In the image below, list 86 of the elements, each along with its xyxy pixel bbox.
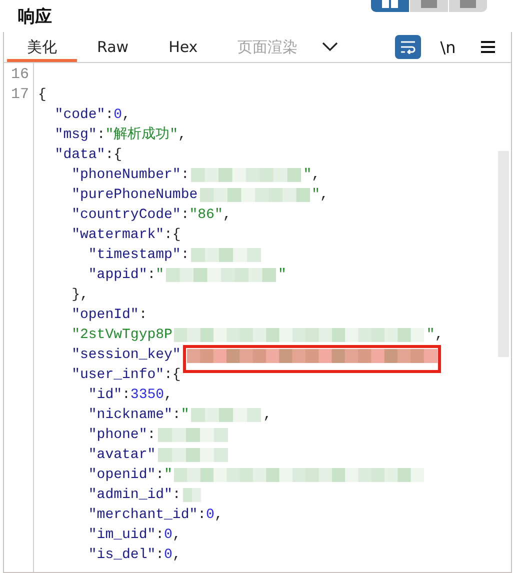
chevron-down-icon[interactable] bbox=[322, 42, 338, 52]
code-token: "解析成功" bbox=[105, 126, 178, 145]
code-token: "admin_id" bbox=[87, 486, 172, 505]
code-token: " bbox=[278, 266, 286, 285]
code-token: "2stVwTgyp8P bbox=[70, 326, 172, 345]
code-token: "merchant_id" bbox=[87, 506, 198, 525]
code-token: 3350 bbox=[130, 386, 164, 405]
code-token: "purePhoneNumbe bbox=[70, 186, 198, 205]
code-token: "data" bbox=[54, 146, 106, 165]
code-token: , bbox=[320, 186, 328, 205]
code-token: : bbox=[122, 386, 130, 405]
code-token: : bbox=[172, 486, 181, 505]
code-token: "msg" bbox=[54, 126, 97, 145]
code-token: "nickname" bbox=[87, 406, 172, 425]
code-token: " bbox=[156, 266, 164, 285]
layout-icon bbox=[421, 0, 437, 8]
code-token: "timestamp" bbox=[87, 246, 181, 265]
code-token: , bbox=[178, 126, 186, 145]
code-token: : bbox=[96, 126, 106, 145]
panel-title: 响应 bbox=[18, 6, 52, 28]
code-token: 0 bbox=[164, 526, 172, 545]
code-token: " bbox=[303, 166, 312, 185]
code-token: "user_info" bbox=[70, 366, 164, 385]
redaction-mosaic bbox=[158, 446, 228, 464]
code-token: "code" bbox=[54, 106, 106, 125]
code-token: "phoneNumber" bbox=[70, 166, 181, 185]
code-token: : bbox=[180, 246, 190, 265]
code-token: : bbox=[147, 426, 156, 445]
layout-icon bbox=[460, 0, 476, 8]
tab[interactable]: 美化 bbox=[7, 32, 77, 62]
code-token: "phone" bbox=[87, 426, 148, 445]
code-token: : bbox=[172, 406, 181, 425]
code-token: "watermark" bbox=[70, 226, 164, 245]
code-token: :{ bbox=[105, 146, 122, 165]
code-token: "appid" bbox=[87, 266, 148, 285]
code-token: , bbox=[164, 386, 172, 405]
code-token: : bbox=[105, 106, 114, 125]
code-token: " bbox=[312, 186, 320, 205]
redaction-mosaic bbox=[191, 246, 262, 264]
code-token: , bbox=[214, 506, 223, 525]
word-wrap-button[interactable] bbox=[395, 35, 421, 59]
wrap-icon bbox=[400, 40, 416, 54]
code-token: "countryCode" bbox=[70, 206, 181, 225]
redaction-mosaic bbox=[191, 406, 262, 424]
code-token: : bbox=[198, 506, 206, 525]
code-token: : bbox=[138, 306, 148, 325]
code-token: : bbox=[156, 526, 164, 545]
code-token: , bbox=[222, 206, 232, 225]
code-token: , bbox=[263, 406, 272, 425]
code-token: : bbox=[180, 166, 190, 185]
code-token: " bbox=[180, 406, 190, 425]
line-number: 17 bbox=[10, 85, 30, 105]
newline-button[interactable]: \n bbox=[435, 35, 461, 59]
code-token: "id" bbox=[87, 386, 122, 405]
code-token: :{ bbox=[164, 366, 181, 385]
tab[interactable]: Hex bbox=[148, 32, 218, 62]
code-token: "session_key" bbox=[70, 346, 181, 365]
tab[interactable]: Raw bbox=[77, 32, 149, 62]
code-token: }, bbox=[70, 286, 88, 305]
code-token: , bbox=[172, 546, 181, 565]
code-token: 0 bbox=[164, 546, 172, 565]
code-token: { bbox=[38, 86, 46, 105]
code-token: , bbox=[172, 526, 181, 545]
code-token: :{ bbox=[164, 226, 181, 245]
code-token: " bbox=[164, 466, 172, 485]
code-token: "86" bbox=[189, 206, 223, 225]
code-token: , bbox=[312, 166, 320, 185]
code-token: "openid" bbox=[87, 466, 156, 485]
code-token: : bbox=[156, 466, 164, 485]
code-token: "im_uid" bbox=[87, 526, 156, 545]
code-token: " bbox=[426, 326, 435, 345]
code-token: , bbox=[122, 106, 130, 125]
code-token: "avatar" bbox=[87, 446, 156, 465]
redaction-mosaic bbox=[158, 426, 228, 444]
code-token: "openId" bbox=[70, 306, 139, 325]
code-token: 0 bbox=[114, 106, 122, 125]
code-token: : bbox=[180, 206, 190, 225]
code-token: : bbox=[156, 546, 164, 565]
menu-icon bbox=[481, 41, 495, 53]
line-number: 16 bbox=[10, 65, 30, 85]
code-token: : bbox=[147, 266, 156, 285]
layout-icon bbox=[382, 0, 398, 8]
code-token: "is_del" bbox=[87, 546, 156, 565]
code-token: , bbox=[434, 326, 444, 345]
redaction-mosaic bbox=[182, 486, 201, 504]
code-token: 0 bbox=[206, 506, 214, 525]
